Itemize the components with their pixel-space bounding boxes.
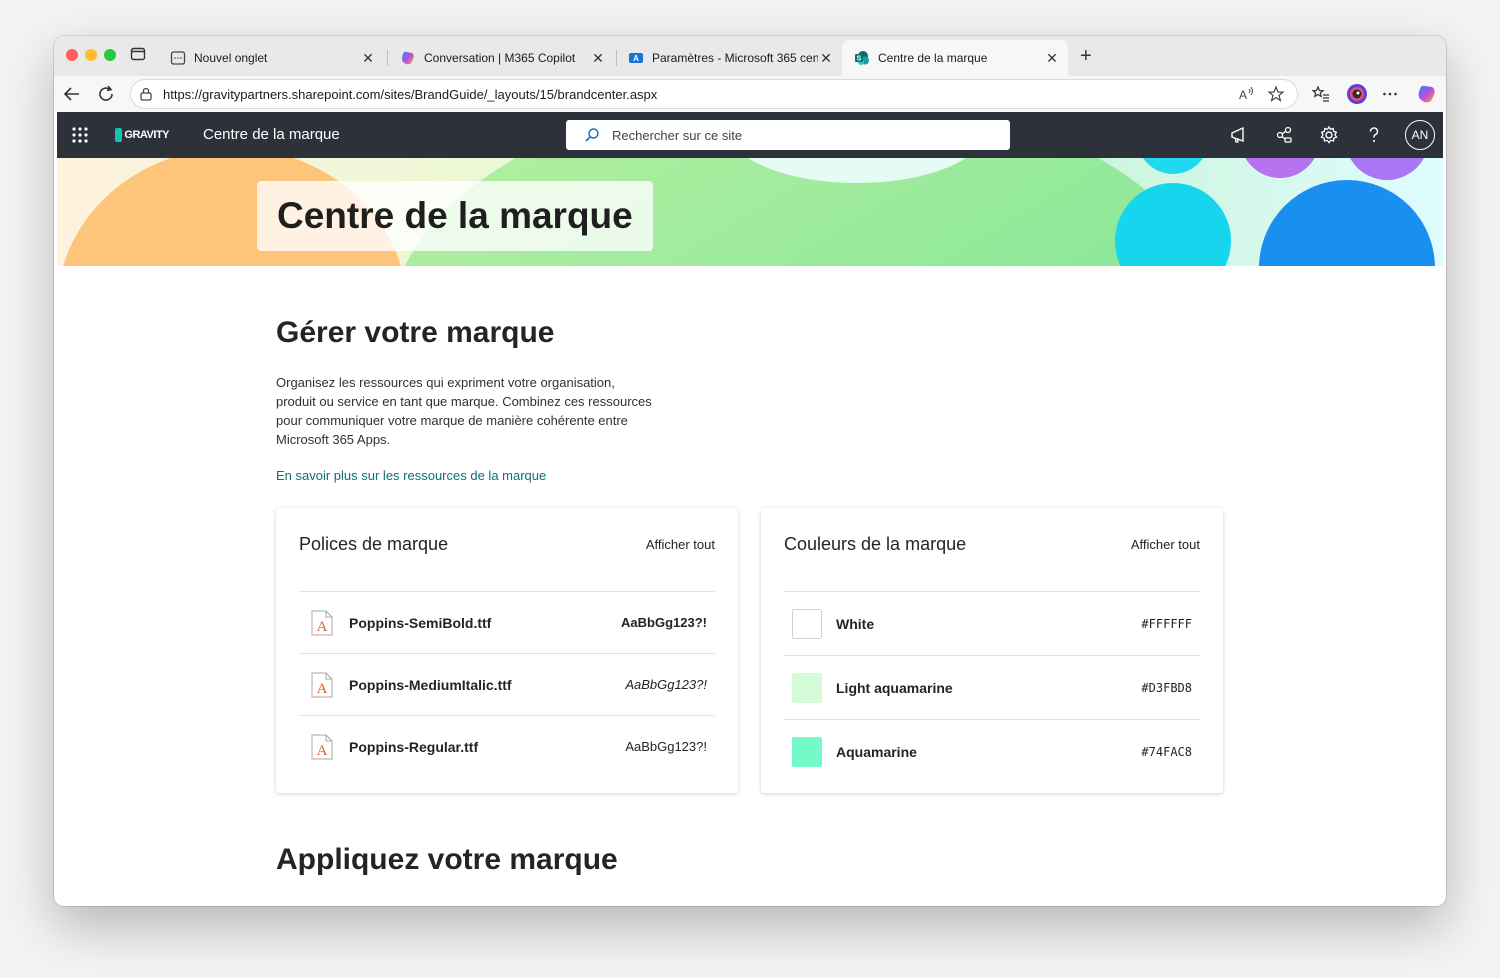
close-tab-icon[interactable]: ✕ bbox=[1044, 50, 1060, 67]
svg-text:A: A bbox=[317, 619, 328, 635]
profile-icon[interactable] bbox=[1346, 83, 1368, 105]
tab-strip: Nouvel onglet ✕ Conversation | M365 Copi… bbox=[54, 36, 1446, 76]
new-tab-button[interactable]: + bbox=[1080, 45, 1092, 68]
page-content: Centre de la marque Gérer votre marque O… bbox=[57, 158, 1443, 906]
view-all-colors-link[interactable]: Afficher tout bbox=[1131, 537, 1200, 552]
learn-more-link[interactable]: En savoir plus sur les ressources de la … bbox=[276, 468, 546, 483]
color-row[interactable]: Light aquamarine #D3FBD8 bbox=[784, 656, 1200, 720]
avatar-initials: AN bbox=[1411, 128, 1429, 142]
hero-banner: Centre de la marque bbox=[57, 158, 1443, 266]
tab-label: Paramètres - Microsoft 365 center bbox=[652, 51, 818, 65]
brand-colors-card: Couleurs de la marque Afficher tout Whit… bbox=[761, 508, 1223, 793]
font-sample: AaBbGg123?! bbox=[625, 677, 707, 692]
color-list: White #FFFFFF Light aquamarine #D3FBD8 A… bbox=[784, 591, 1200, 783]
tab-brand-center[interactable]: S Centre de la marque ✕ bbox=[842, 40, 1068, 76]
avatar[interactable]: AN bbox=[1405, 120, 1435, 150]
share-network-icon[interactable] bbox=[1274, 125, 1294, 145]
close-tab-icon[interactable]: ✕ bbox=[360, 50, 376, 67]
address-bar[interactable]: https://gravitypartners.sharepoint.com/s… bbox=[130, 79, 1298, 109]
view-all-fonts-link[interactable]: Afficher tout bbox=[646, 537, 715, 552]
font-sample: AaBbGg123?! bbox=[621, 615, 707, 630]
font-sample: AaBbGg123?! bbox=[625, 739, 707, 754]
logo-text: GRAVITY bbox=[124, 129, 169, 141]
apply-heading: Appliquez votre marque bbox=[276, 843, 618, 876]
tab-label: Conversation | M365 Copilot bbox=[424, 51, 576, 65]
close-tab-icon[interactable]: ✕ bbox=[818, 50, 834, 67]
color-row[interactable]: White #FFFFFF bbox=[784, 592, 1200, 656]
close-tab-icon[interactable]: ✕ bbox=[590, 50, 606, 67]
banner-title: Centre de la marque bbox=[257, 181, 653, 251]
tab-label: Centre de la marque bbox=[878, 51, 988, 65]
maximize-window-button[interactable] bbox=[104, 49, 116, 61]
new-tab-page-icon bbox=[170, 51, 186, 65]
manage-heading: Gérer votre marque bbox=[276, 316, 555, 349]
color-hex: #74FAC8 bbox=[1141, 744, 1192, 759]
font-file-icon: A bbox=[311, 672, 333, 697]
color-hex: #D3FBD8 bbox=[1141, 680, 1192, 695]
favorite-star-icon[interactable] bbox=[1267, 85, 1285, 103]
font-row[interactable]: A Poppins-SemiBold.ttf AaBbGg123?! bbox=[299, 592, 715, 654]
font-name: Poppins-MediumItalic.ttf bbox=[349, 676, 512, 693]
sharepoint-icon: S bbox=[855, 51, 869, 65]
more-options-icon[interactable] bbox=[1381, 85, 1399, 103]
favorites-icon[interactable] bbox=[1312, 85, 1330, 103]
color-hex: #FFFFFF bbox=[1141, 616, 1192, 631]
svg-text:S: S bbox=[857, 56, 862, 63]
tab-settings[interactable]: A Paramètres - Microsoft 365 center ✕ bbox=[616, 40, 842, 76]
search-placeholder: Rechercher sur ce site bbox=[612, 127, 743, 143]
color-name: Aquamarine bbox=[836, 743, 917, 760]
tab-label: Nouvel onglet bbox=[194, 51, 268, 65]
svg-text:A: A bbox=[317, 681, 328, 697]
tab-new-tab[interactable]: Nouvel onglet ✕ bbox=[158, 40, 384, 76]
browser-toolbar: https://gravitypartners.sharepoint.com/s… bbox=[54, 76, 1446, 112]
copilot-icon bbox=[402, 51, 414, 65]
tab-actions-icon[interactable] bbox=[130, 46, 146, 62]
app-launcher-icon[interactable] bbox=[71, 126, 89, 144]
read-aloud-icon[interactable]: A bbox=[1237, 85, 1255, 103]
color-swatch bbox=[792, 736, 822, 767]
search-box[interactable]: Rechercher sur ce site bbox=[566, 120, 1010, 150]
color-name: White bbox=[836, 615, 875, 632]
help-icon[interactable] bbox=[1364, 125, 1384, 145]
brand-fonts-card: Polices de marque Afficher tout A Poppin… bbox=[276, 508, 738, 793]
search-icon bbox=[585, 128, 599, 142]
close-window-button[interactable] bbox=[66, 49, 78, 61]
card-title: Couleurs de la marque bbox=[784, 534, 967, 554]
font-name: Poppins-SemiBold.ttf bbox=[349, 614, 492, 631]
font-row[interactable]: A Poppins-MediumItalic.ttf AaBbGg123?! bbox=[299, 654, 715, 716]
manage-description: Organisez les ressources qui expriment v… bbox=[276, 375, 652, 447]
copilot-sidebar-icon[interactable] bbox=[1416, 83, 1438, 105]
refresh-icon[interactable] bbox=[96, 84, 116, 104]
font-row[interactable]: A Poppins-Regular.ttf AaBbGg123?! bbox=[299, 716, 715, 777]
minimize-window-button[interactable] bbox=[85, 49, 97, 61]
font-file-icon: A bbox=[311, 610, 333, 635]
svg-text:A: A bbox=[633, 54, 639, 63]
card-title: Polices de marque bbox=[299, 534, 449, 554]
url-text: https://gravitypartners.sharepoint.com/s… bbox=[163, 86, 658, 102]
svg-text:A: A bbox=[317, 743, 328, 759]
gear-icon[interactable] bbox=[1319, 125, 1339, 145]
browser-window: Nouvel onglet ✕ Conversation | M365 Copi… bbox=[54, 36, 1446, 906]
site-info-icon[interactable] bbox=[139, 87, 153, 101]
suite-bar: GRAVITY Centre de la marque Rechercher s… bbox=[57, 112, 1443, 158]
color-swatch bbox=[792, 672, 822, 703]
color-name: Light aquamarine bbox=[836, 679, 953, 696]
color-row[interactable]: Aquamarine #74FAC8 bbox=[784, 720, 1200, 783]
font-file-icon: A bbox=[311, 734, 333, 759]
color-swatch bbox=[792, 608, 822, 639]
font-list: A Poppins-SemiBold.ttf AaBbGg123?! A Pop… bbox=[299, 591, 715, 777]
site-title[interactable]: Centre de la marque bbox=[203, 126, 340, 143]
company-logo[interactable]: GRAVITY bbox=[115, 126, 169, 144]
tab-copilot[interactable]: Conversation | M365 Copilot ✕ bbox=[388, 40, 614, 76]
font-name: Poppins-Regular.ttf bbox=[349, 738, 479, 755]
megaphone-icon[interactable] bbox=[1229, 125, 1249, 145]
back-arrow-icon[interactable] bbox=[62, 84, 82, 104]
svg-text:A: A bbox=[1239, 88, 1247, 102]
admin-center-icon: A bbox=[629, 53, 643, 63]
